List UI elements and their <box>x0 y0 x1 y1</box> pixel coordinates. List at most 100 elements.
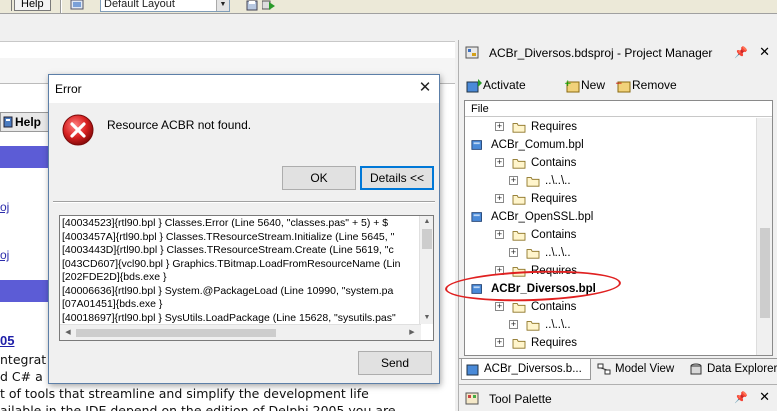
scroll-up-icon[interactable]: ▲ <box>420 216 433 228</box>
folder-icon <box>526 249 540 259</box>
package-icon <box>471 212 482 222</box>
tree-node-label: ACBr_OpenSSL.bpl <box>491 211 594 223</box>
delphi-2005-heading[interactable]: 05 <box>0 333 14 348</box>
tool-palette-title: Tool Palette <box>489 392 552 406</box>
layout-combobox-value: Default Layout <box>104 0 175 10</box>
expand-icon[interactable]: + <box>495 122 504 131</box>
tree-folder-node[interactable]: + ..\..\.. <box>465 316 755 334</box>
editor-tabstrip <box>0 14 455 42</box>
tree-folder-node[interactable]: + Requires <box>465 334 755 352</box>
debug-layout-icon[interactable] <box>262 0 276 12</box>
scroll-down-icon[interactable]: ▼ <box>420 312 433 324</box>
scroll-right-icon[interactable]: ▶ <box>405 327 419 339</box>
log-line: [07A01451]{bds.exe } <box>62 298 163 310</box>
help-tab[interactable]: Help <box>0 112 50 132</box>
log-line: [40006636]{rtl90.bpl } System.@PackageLo… <box>62 284 394 297</box>
tree-folder-node[interactable]: + Requires <box>465 118 755 136</box>
error-icon <box>62 114 94 146</box>
call-stack-log[interactable]: [40034523]{rtl90.bpl } Classes.Error (Li… <box>59 215 434 341</box>
log-vertical-scrollbar[interactable]: ▲ ▼ <box>419 216 433 324</box>
save-desktop-icon[interactable] <box>246 0 260 12</box>
remove-button[interactable]: − Remove <box>614 76 677 94</box>
tree-rows: + Requires ACBr_Comum.bpl + Contains + ..\..\.… <box>465 118 755 355</box>
tree-node-label: Requires <box>531 337 578 349</box>
new-button[interactable]: + New <box>563 76 605 94</box>
tab-data-explorer[interactable]: Data Explorer <box>685 359 777 380</box>
menu-item-previous[interactable] <box>0 0 12 11</box>
section-header-bar <box>0 146 50 168</box>
expand-icon[interactable]: + <box>495 158 504 167</box>
error-message: Resource ACBR not found. <box>107 118 252 132</box>
expand-icon[interactable]: + <box>509 176 518 185</box>
activate-button[interactable]: Activate <box>465 76 526 94</box>
svg-text:−: − <box>615 79 623 89</box>
log-line: [043CD607]{vcl90.bpl } Graphics.TBitmap.… <box>62 257 401 270</box>
folder-icon <box>512 159 526 169</box>
layout-combobox[interactable]: Default Layout ▼ <box>100 0 230 12</box>
folder-icon <box>512 339 526 349</box>
tree-package-node[interactable]: ACBr_Comum.bpl <box>465 136 755 154</box>
project-manager-toolbar: Activate + New − Remove <box>459 72 777 98</box>
dialog-title: Error <box>55 82 82 96</box>
log-line: [202FDE2D]{bds.exe } <box>62 271 167 283</box>
tree-folder-node[interactable]: + Requires <box>465 190 755 208</box>
tree-node-label: ..\..\.. <box>545 247 571 259</box>
tab-data-explorer-label: Data Explorer <box>707 363 777 375</box>
project-link-1[interactable]: oj <box>0 200 9 214</box>
project-link-2[interactable]: oj <box>0 248 9 262</box>
dialog-separator <box>53 201 435 203</box>
tree-scrollbar-thumb[interactable] <box>760 228 770 318</box>
tree-node-label: Contains <box>531 157 577 169</box>
tree-node-label: Requires <box>531 193 578 205</box>
close-icon[interactable]: ✕ <box>759 44 770 60</box>
scroll-left-icon[interactable]: ◀ <box>61 327 75 339</box>
log-vscroll-thumb[interactable] <box>422 229 432 249</box>
tree-node-label: Contains <box>531 229 577 241</box>
close-icon[interactable]: ✕ <box>415 79 435 97</box>
tree-scrollbar[interactable] <box>756 118 772 355</box>
folder-icon <box>526 321 540 331</box>
tree-column-header[interactable]: File <box>465 101 772 117</box>
expand-icon[interactable]: + <box>495 230 504 239</box>
toolbar-separator <box>60 0 62 13</box>
new-label: New <box>581 78 606 92</box>
pin-icon[interactable]: 📌 <box>734 46 748 59</box>
error-dialog: Error ✕ Resource ACBR not found. OK Deta… <box>48 74 440 384</box>
expand-icon[interactable]: + <box>509 320 518 329</box>
chevron-down-icon[interactable]: ▼ <box>216 0 229 11</box>
project-tree[interactable]: File + Requires ACBr_Comum.bpl + Contains +..… <box>464 100 773 356</box>
tree-folder-node[interactable]: + Contains <box>465 226 755 244</box>
expand-icon[interactable]: + <box>495 194 504 203</box>
tree-folder-node[interactable]: + ..\..\.. <box>465 172 755 190</box>
folder-icon <box>512 123 526 133</box>
log-horizontal-scrollbar[interactable]: ◀ ▶ <box>60 324 421 340</box>
folder-icon <box>512 303 526 313</box>
tree-node-label: ..\..\.. <box>545 175 571 187</box>
desktop-layout-icon[interactable] <box>70 0 84 12</box>
folder-icon <box>512 195 526 205</box>
expand-icon[interactable]: + <box>495 338 504 347</box>
send-button[interactable]: Send <box>358 351 432 375</box>
section-header-bar <box>0 280 50 302</box>
tree-package-node[interactable]: ACBr_OpenSSL.bpl <box>465 208 755 226</box>
close-icon[interactable]: ✕ <box>759 389 770 405</box>
details-button[interactable]: Details << <box>360 166 434 190</box>
expand-icon[interactable]: + <box>495 302 504 311</box>
tab-model-view[interactable]: Model View <box>593 359 683 380</box>
pin-icon[interactable]: 📌 <box>734 391 748 404</box>
log-hscroll-thumb[interactable] <box>76 329 276 337</box>
ok-button[interactable]: OK <box>282 166 356 190</box>
tab-project[interactable]: ACBr_Diversos.b... <box>461 359 591 380</box>
menu-item-help[interactable]: Help <box>14 0 51 11</box>
doc-text-line: t of tools that streamline and simplify … <box>0 386 369 401</box>
tree-folder-node[interactable]: + ..\..\.. <box>465 244 755 262</box>
top-toolbar: Help Default Layout ▼ <box>0 0 777 14</box>
tree-node-label: ACBr_Comum.bpl <box>491 139 584 151</box>
tree-folder-node[interactable]: + Contains <box>465 154 755 172</box>
activate-label: Activate <box>483 78 526 92</box>
ide-window: Help Default Layout ▼ Help oj oj 05 nteg… <box>0 0 777 411</box>
log-line: [40034523]{rtl90.bpl } Classes.Error (Li… <box>62 217 389 229</box>
expand-icon[interactable]: + <box>509 248 518 257</box>
help-tab-label: Help <box>15 115 42 129</box>
package-icon <box>471 140 482 150</box>
